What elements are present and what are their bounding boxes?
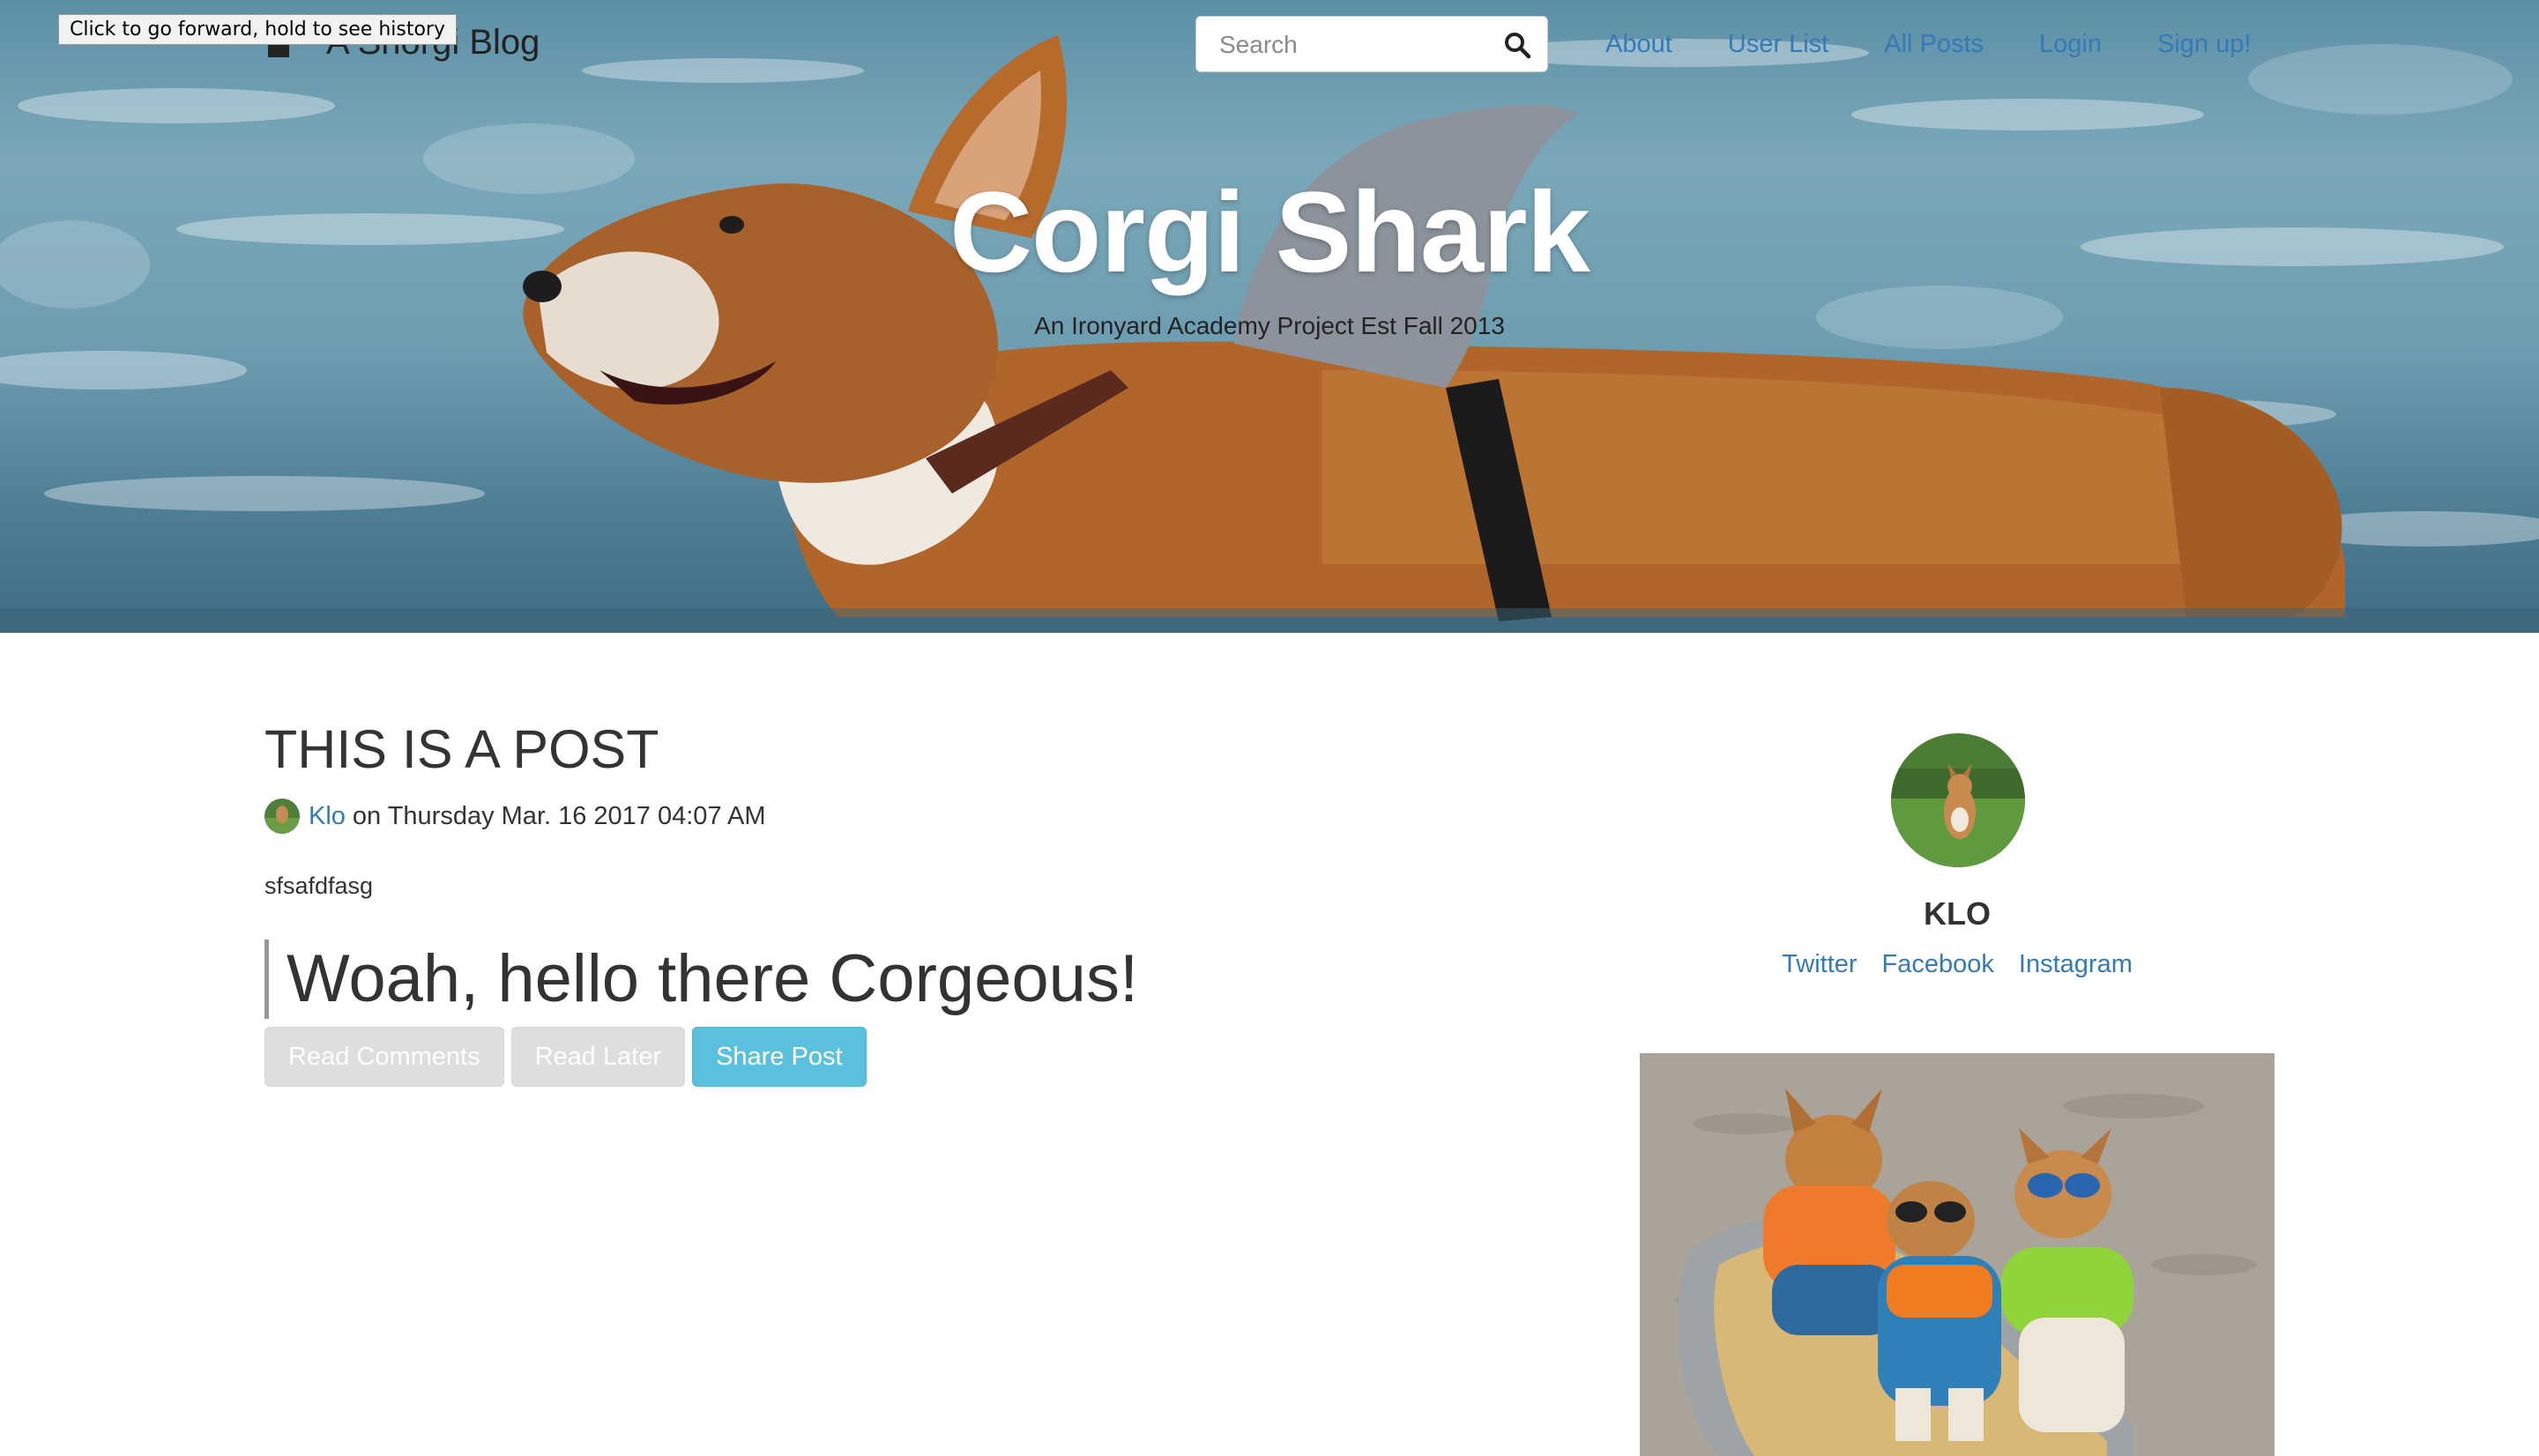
search-icon[interactable] bbox=[1503, 31, 1531, 59]
post-body: sfsafdfasg bbox=[264, 873, 374, 899]
nav-login[interactable]: Login bbox=[2039, 30, 2102, 59]
author-avatar[interactable] bbox=[264, 799, 300, 834]
nav-about[interactable]: About bbox=[1605, 30, 1672, 59]
author-link[interactable]: Klo bbox=[309, 802, 346, 831]
top-navbar: About User List All Posts Login Sign up! bbox=[1195, 16, 2539, 76]
nav-signup[interactable]: Sign up! bbox=[2157, 30, 2251, 59]
nav-all-posts[interactable]: All Posts bbox=[1884, 30, 1984, 59]
facebook-link[interactable]: Facebook bbox=[1882, 950, 1994, 979]
browser-tooltip: Click to go forward, hold to see history bbox=[58, 14, 457, 45]
search-input[interactable] bbox=[1217, 26, 1485, 64]
sidebar-corgi-photo bbox=[1640, 1053, 2275, 1456]
read-later-button[interactable]: Read Later bbox=[510, 1027, 686, 1087]
hero-banner: Click to go forward, hold to see history… bbox=[0, 0, 2539, 633]
post-meta: Klo on Thursday Mar. 16 2017 04:07 AM bbox=[264, 799, 766, 834]
social-links: Twitter Facebook Instagram bbox=[1640, 950, 2275, 979]
post-quote: Woah, hello there Corgeous! bbox=[264, 940, 1138, 1019]
nav-links: About User List All Posts Login Sign up! bbox=[1605, 30, 2306, 59]
post-title: THIS IS A POST bbox=[264, 719, 659, 779]
nav-user-list[interactable]: User List bbox=[1728, 30, 1828, 59]
profile-avatar bbox=[1891, 733, 2025, 867]
twitter-link[interactable]: Twitter bbox=[1782, 950, 1857, 979]
hero-subtitle: An Ironyard Academy Project Est Fall 201… bbox=[1034, 312, 1505, 339]
instagram-link[interactable]: Instagram bbox=[2019, 950, 2133, 979]
hero-title: Corgi Shark bbox=[949, 167, 1590, 296]
profile-name: KLO bbox=[1924, 895, 1991, 932]
share-post-button[interactable]: Share Post bbox=[692, 1027, 867, 1087]
post-date: on Thursday Mar. 16 2017 04:07 AM bbox=[352, 801, 766, 830]
read-comments-button[interactable]: Read Comments bbox=[264, 1027, 504, 1087]
search-box bbox=[1195, 16, 1548, 72]
post-actions: Read Comments Read Later Share Post bbox=[264, 1027, 867, 1087]
